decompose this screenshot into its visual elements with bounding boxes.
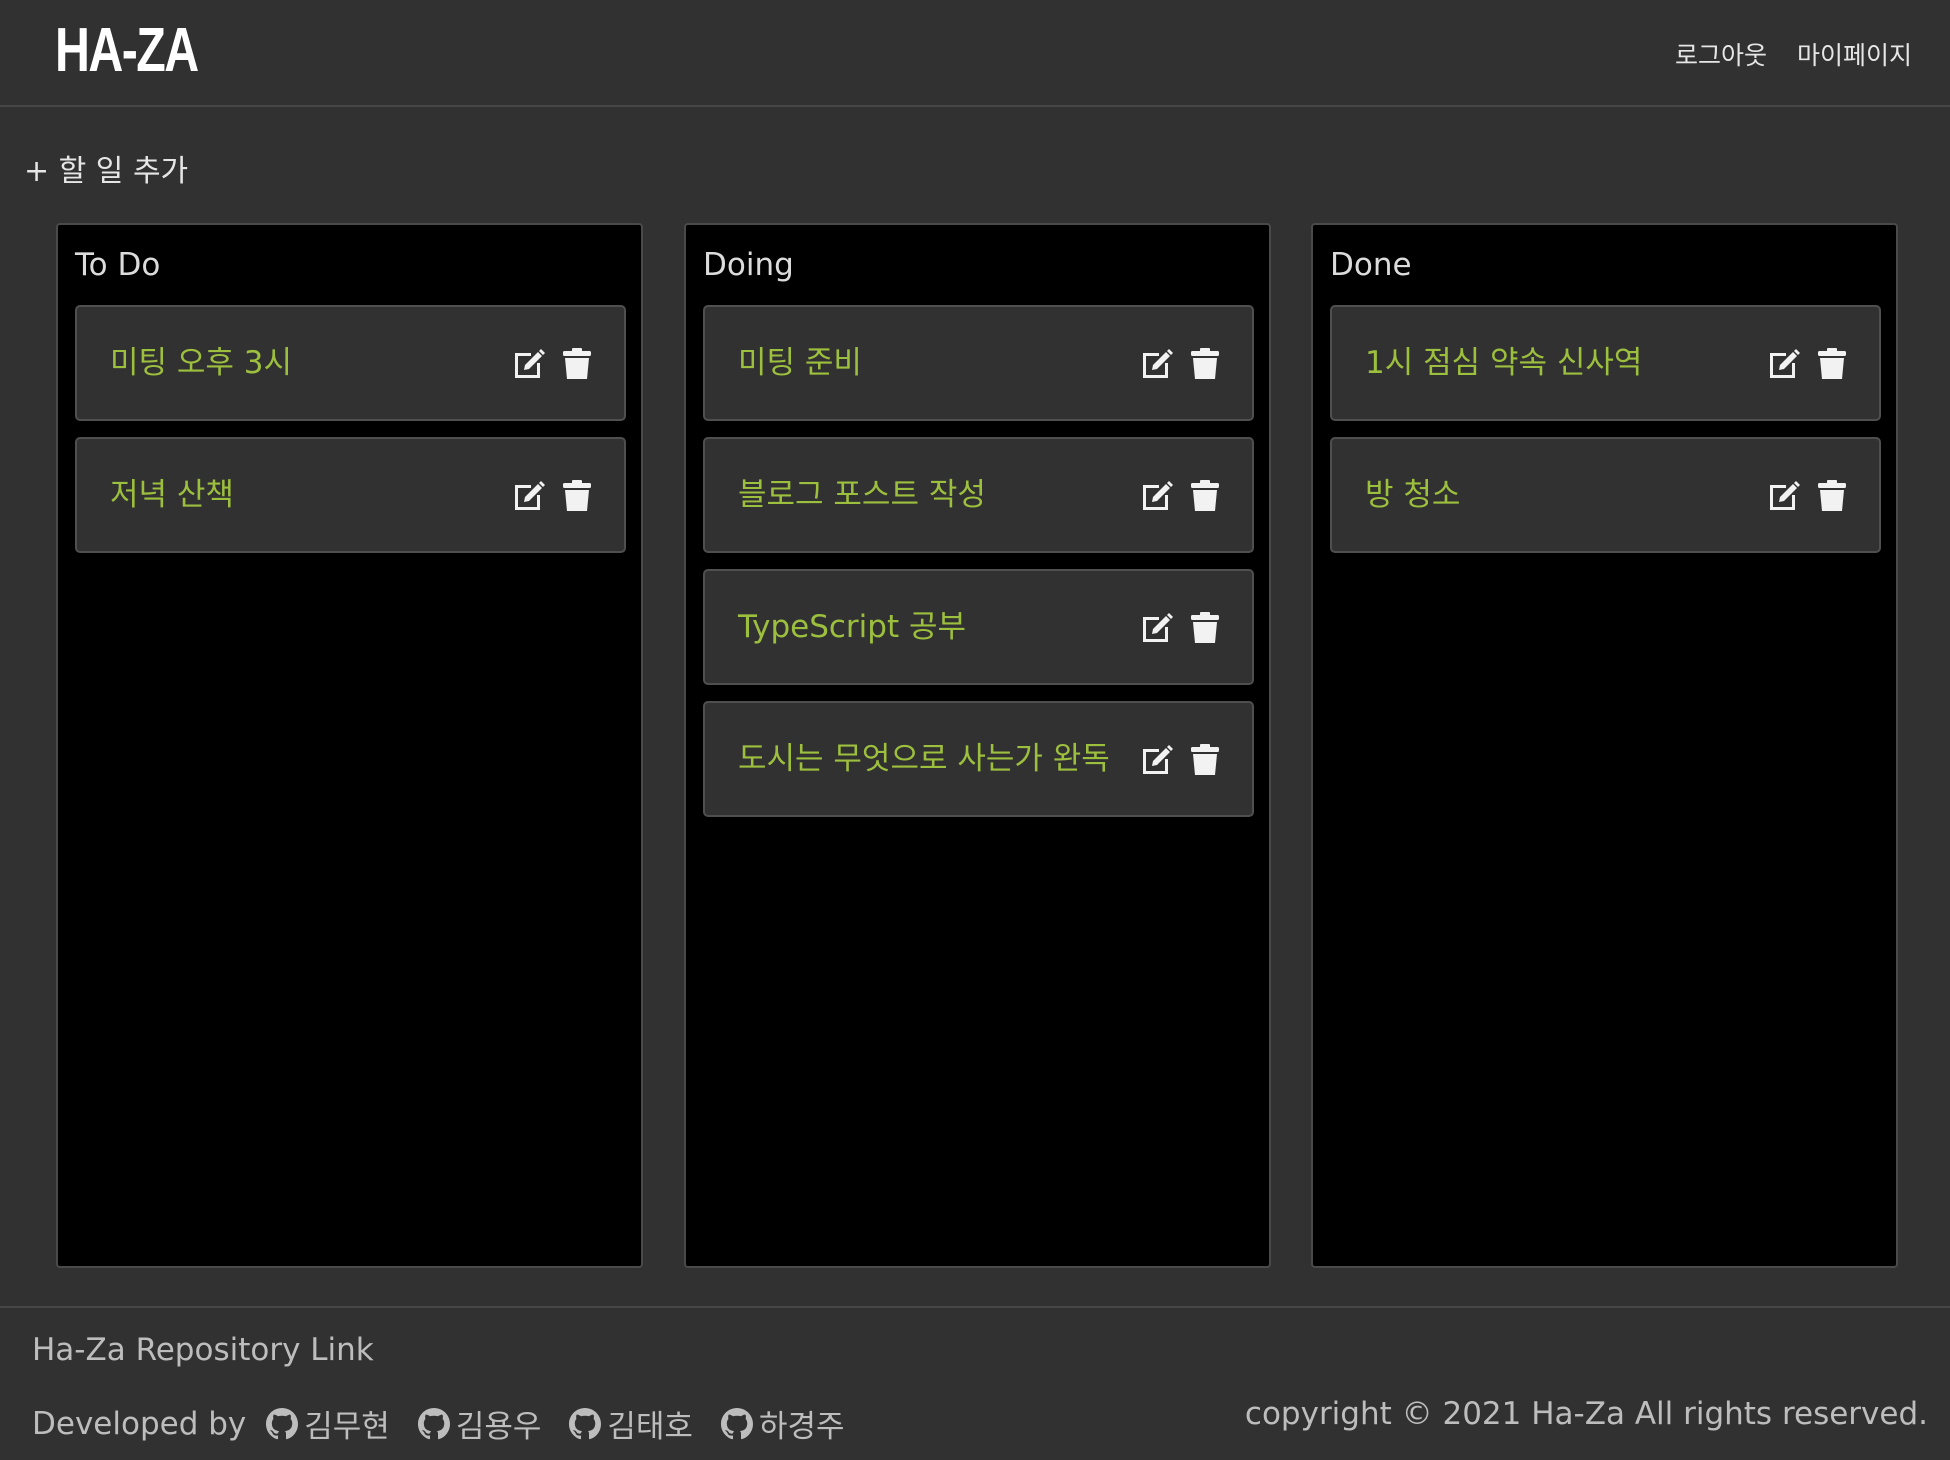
developer-list: Developed by 김무현 김용우 김태호 하경주 xyxy=(32,1401,873,1446)
copyright-text: copyright © 2021 Ha-Za All rights reserv… xyxy=(1244,1396,1928,1432)
developer-name: 김무현 xyxy=(304,1409,390,1445)
column-done: Done 1시 점심 약속 신사역방 청소 xyxy=(1311,223,1898,1268)
task-title: 미팅 준비 xyxy=(738,345,862,381)
task-title: 방 청소 xyxy=(1365,477,1461,513)
developer-link[interactable]: 김용우 xyxy=(417,1401,542,1446)
card-actions xyxy=(1767,347,1849,381)
card-actions xyxy=(1140,611,1222,645)
developer-link[interactable]: 김태호 xyxy=(569,1401,693,1446)
edit-icon[interactable] xyxy=(1767,347,1801,381)
task-card[interactable]: 저녁 산책 xyxy=(75,437,626,553)
card-list: 미팅 오후 3시저녁 산책 xyxy=(75,305,626,569)
task-card[interactable]: 방 청소 xyxy=(1330,437,1881,553)
developer-link[interactable]: 김무현 xyxy=(266,1401,390,1446)
task-title: 1시 점심 약속 신사역 xyxy=(1365,345,1643,381)
card-actions xyxy=(1140,479,1222,513)
developer-name: 김용우 xyxy=(455,1409,542,1445)
task-card[interactable]: 1시 점심 약속 신사역 xyxy=(1330,305,1881,421)
developer-name: 하경주 xyxy=(758,1409,845,1445)
trash-icon[interactable] xyxy=(1188,611,1222,645)
column-doing: Doing 미팅 준비블로그 포스트 작성 TypeScript 공부도시는 무엇… xyxy=(684,223,1271,1268)
column-todo: To Do 미팅 오후 3시저녁 산책 xyxy=(56,223,643,1268)
trash-icon[interactable] xyxy=(560,479,594,513)
trash-icon[interactable] xyxy=(560,347,594,381)
trash-icon[interactable] xyxy=(1815,479,1849,513)
trash-icon[interactable] xyxy=(1188,347,1222,381)
card-actions xyxy=(1140,347,1222,381)
edit-icon[interactable] xyxy=(1140,479,1174,513)
developer-name: 김태호 xyxy=(607,1409,693,1445)
task-title: 저녁 산책 xyxy=(110,477,234,513)
task-card[interactable]: 블로그 포스트 작성 xyxy=(703,437,1254,553)
column-title: Done xyxy=(1330,247,1412,283)
task-card[interactable]: 미팅 준비 xyxy=(703,305,1254,421)
column-title: Doing xyxy=(703,247,794,283)
edit-icon[interactable] xyxy=(1140,611,1174,645)
developer-link[interactable]: 하경주 xyxy=(720,1401,845,1446)
edit-icon[interactable] xyxy=(512,347,546,381)
column-title: To Do xyxy=(75,247,161,283)
footer: Ha-Za Repository Link Developed by 김무현 김용… xyxy=(0,1306,1950,1460)
edit-icon[interactable] xyxy=(1767,479,1801,513)
github-icon xyxy=(266,1407,304,1440)
trash-icon[interactable] xyxy=(1815,347,1849,381)
task-title: 미팅 오후 3시 xyxy=(110,345,293,381)
card-list: 1시 점심 약속 신사역방 청소 xyxy=(1330,305,1881,569)
add-task-button[interactable]: + 할 일 추가 xyxy=(24,146,188,190)
developed-by-label: Developed by xyxy=(32,1405,247,1442)
task-card[interactable]: 도시는 무엇으로 사는가 완독 xyxy=(703,701,1254,817)
github-icon xyxy=(417,1407,456,1440)
task-card[interactable]: TypeScript 공부 xyxy=(703,569,1254,685)
task-title: 도시는 무엇으로 사는가 완독 xyxy=(738,741,1110,777)
card-actions xyxy=(1140,743,1222,777)
card-actions xyxy=(512,479,594,513)
nav: 로그아웃 마이페이지 xyxy=(1675,36,1912,72)
header: HA-ZA 로그아웃 마이페이지 xyxy=(0,0,1950,107)
edit-icon[interactable] xyxy=(1140,347,1174,381)
trash-icon[interactable] xyxy=(1188,479,1222,513)
repository-link[interactable]: Ha-Za Repository Link xyxy=(32,1332,374,1368)
card-actions xyxy=(512,347,594,381)
logo[interactable]: HA-ZA xyxy=(55,18,199,84)
mypage-link[interactable]: 마이페이지 xyxy=(1797,36,1912,72)
trash-icon[interactable] xyxy=(1188,743,1222,777)
logout-link[interactable]: 로그아웃 xyxy=(1675,36,1767,72)
edit-icon[interactable] xyxy=(512,479,546,513)
github-icon xyxy=(569,1407,607,1440)
github-icon xyxy=(720,1407,759,1440)
task-card[interactable]: 미팅 오후 3시 xyxy=(75,305,626,421)
card-list: 미팅 준비블로그 포스트 작성 TypeScript 공부도시는 무엇으로 사는가… xyxy=(703,305,1254,833)
card-actions xyxy=(1767,479,1849,513)
task-title: TypeScript 공부 xyxy=(738,609,967,645)
task-title: 블로그 포스트 작성 xyxy=(738,477,986,513)
edit-icon[interactable] xyxy=(1140,743,1174,777)
